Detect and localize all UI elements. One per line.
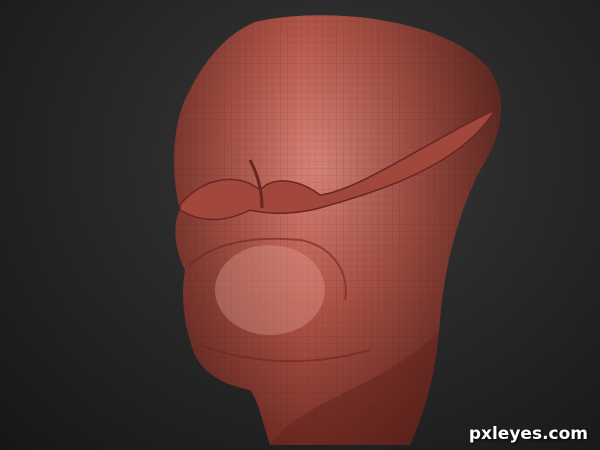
watermark-text: pxleyes.com (468, 424, 588, 444)
mouth-highlight (215, 245, 325, 335)
head-mesh (174, 15, 501, 445)
sculpted-head-render (174, 15, 501, 445)
render-viewport: pxleyes.com (0, 0, 600, 450)
